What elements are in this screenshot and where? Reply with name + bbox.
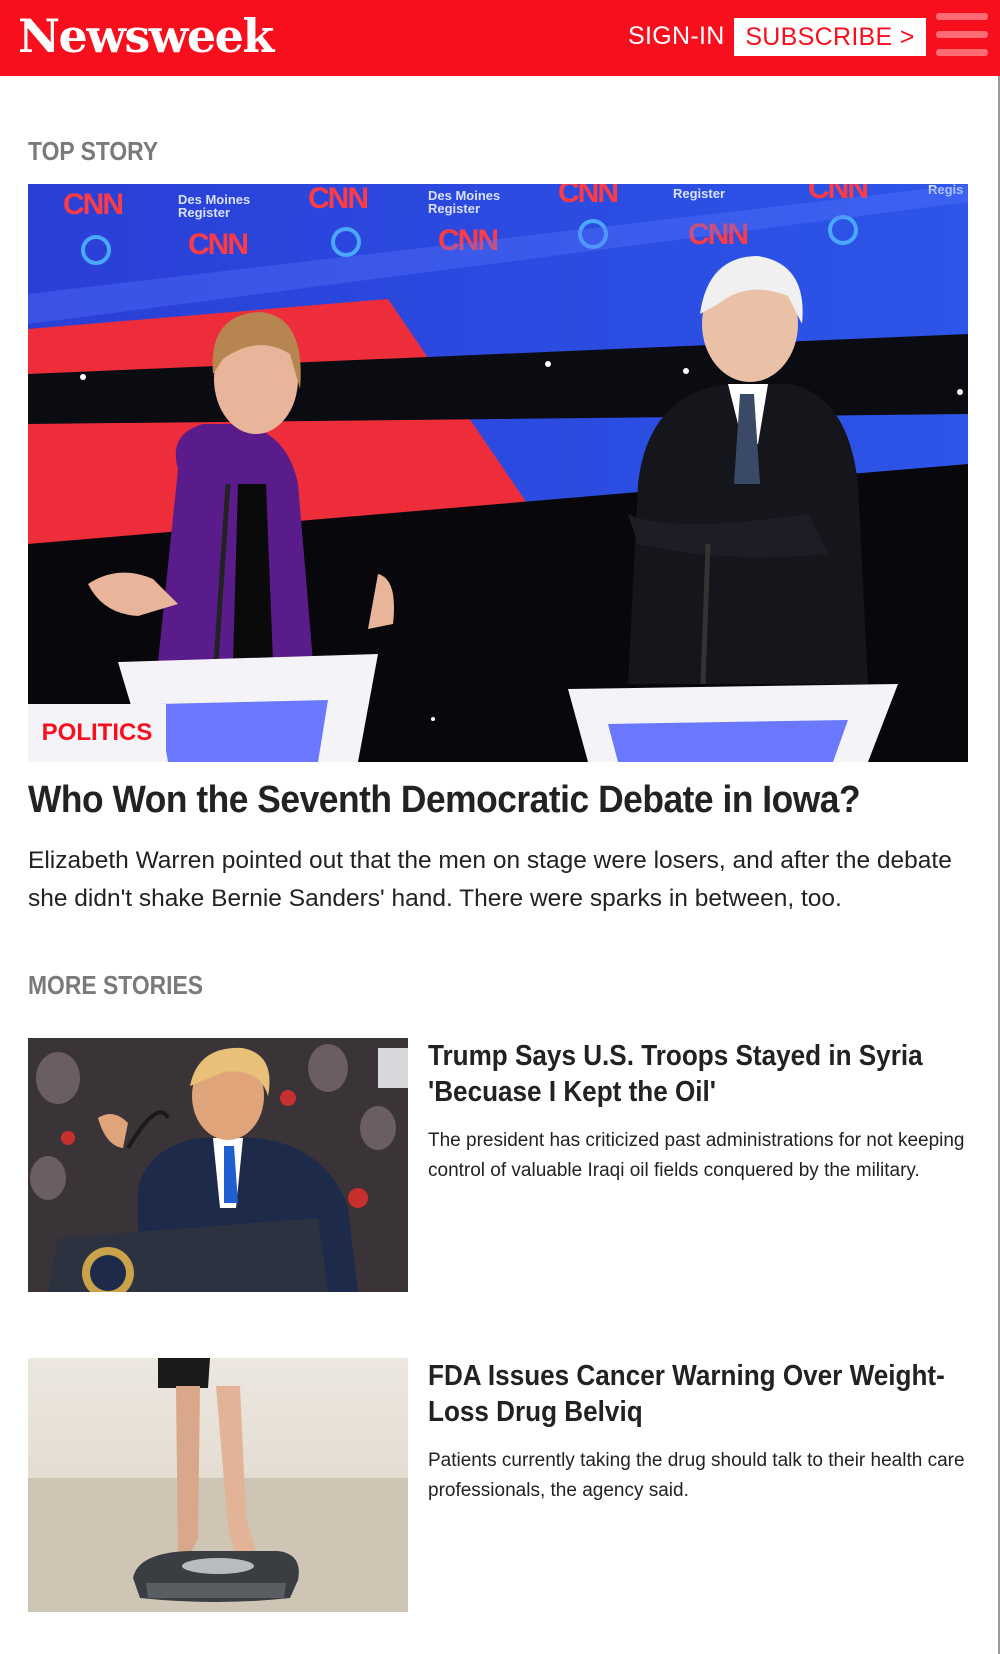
top-story-image[interactable]: CNN CNN CNN CNN CNN CNN CNN Des Moines R…	[28, 184, 968, 762]
story-summary-fda: Patients currently taking the drug shoul…	[428, 1450, 965, 1501]
story-image-scale[interactable]	[28, 1358, 408, 1612]
svg-text:Register: Register	[673, 186, 725, 201]
hamburger-menu-icon[interactable]	[936, 13, 988, 57]
svg-text:CNN: CNN	[188, 228, 247, 261]
svg-text:CNN: CNN	[558, 184, 617, 209]
politics-category-badge[interactable]: POLITICS	[28, 704, 166, 762]
svg-text:CNN: CNN	[308, 184, 367, 215]
story-title-fda[interactable]: FDA Issues Cancer Warning Over Weight-Lo…	[428, 1358, 968, 1430]
site-header: Newsweek SIGN-IN SUBSCRIBE >	[0, 0, 1000, 76]
top-story-title[interactable]: Who Won the Seventh Democratic Debate in…	[28, 776, 902, 824]
story-image-trump[interactable]	[28, 1038, 408, 1292]
svg-text:Register: Register	[428, 201, 480, 216]
story-summary-trump: The president has criticized past admini…	[428, 1130, 965, 1181]
top-story-summary: Elizabeth Warren pointed out that the me…	[28, 847, 952, 912]
more-stories-label: MORE STORIES	[28, 970, 204, 1000]
svg-text:CNN: CNN	[63, 188, 122, 221]
top-story-label: TOP STORY	[28, 136, 159, 166]
newsweek-logo[interactable]: Newsweek	[18, 8, 274, 64]
svg-text:Register: Register	[178, 205, 230, 220]
subscribe-button[interactable]: SUBSCRIBE >	[734, 18, 926, 56]
story-title-trump[interactable]: Trump Says U.S. Troops Stayed in Syria '…	[428, 1038, 968, 1110]
sign-in-link[interactable]: SIGN-IN	[628, 22, 725, 51]
